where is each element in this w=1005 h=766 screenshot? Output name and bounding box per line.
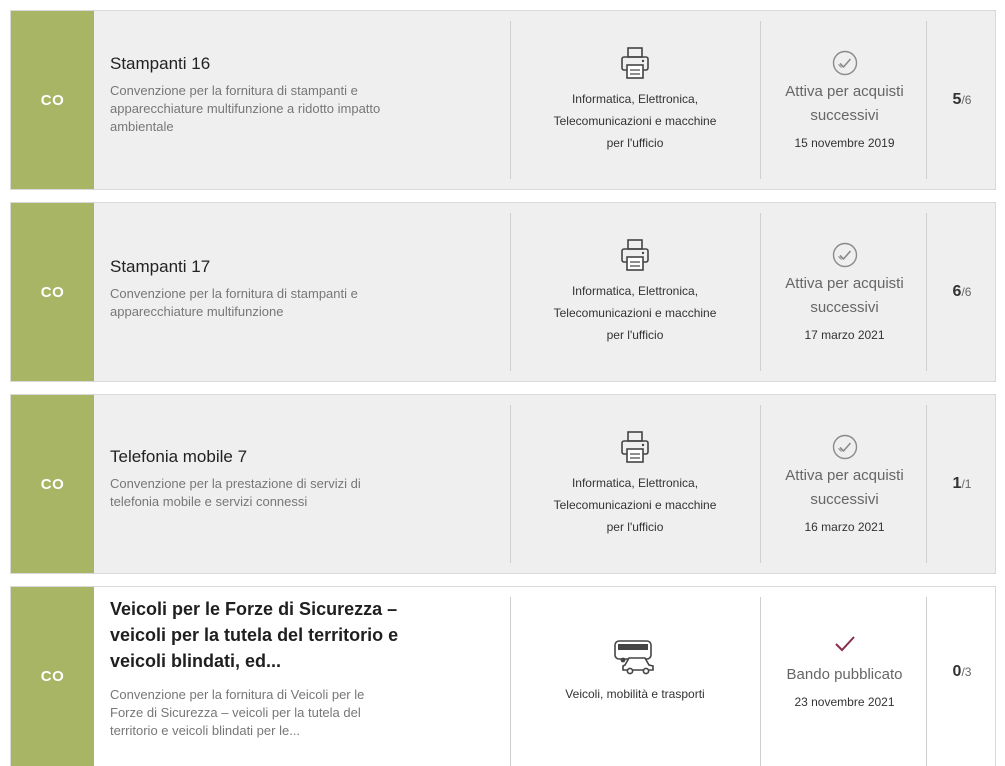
lot-count: 0/3 [952, 662, 972, 680]
item-title[interactable]: Stampanti 17 [110, 257, 510, 277]
type-tag: CO [11, 11, 94, 189]
status-date: 17 marzo 2021 [804, 328, 885, 342]
lot-count: 1/1 [952, 475, 972, 492]
printer-icon [620, 430, 650, 464]
divider [760, 21, 761, 179]
item-description: Convenzione per la prestazione di serviz… [110, 476, 361, 509]
type-tag: CO [11, 203, 94, 381]
bus-car-icon [613, 639, 657, 675]
type-tag: CO [11, 395, 94, 573]
divider [926, 21, 927, 179]
divider [760, 213, 761, 371]
circle-check-icon [832, 242, 858, 268]
status: Attiva per acquisti successivi 16 marzo … [763, 395, 926, 573]
status: Bando pubblicato 23 novembre 2021 [763, 587, 926, 756]
divider [760, 597, 761, 766]
divider [926, 597, 927, 766]
status-date: 15 novembre 2019 [794, 136, 895, 150]
item-description: Convenzione per la fornitura di stampant… [110, 286, 358, 319]
lot-count: 6/6 [952, 283, 972, 300]
circle-check-icon [832, 50, 858, 76]
category: Informatica, Elettronica, Telecomunicazi… [510, 11, 760, 189]
printer-icon [620, 46, 650, 80]
divider [926, 213, 927, 371]
circle-check-icon [832, 434, 858, 460]
list-item[interactable]: CO Stampanti 17 Convenzione per la forni… [10, 202, 996, 382]
item-title[interactable]: Veicoli per le Forze di Sicurezza – veic… [110, 596, 510, 674]
divider [926, 405, 927, 563]
item-description: Convenzione per la fornitura di Veicoli … [110, 687, 365, 738]
type-tag: CO [11, 587, 94, 766]
list-item[interactable]: CO Veicoli per le Forze di Sicurezza – v… [10, 586, 996, 766]
item-title[interactable]: Telefonia mobile 7 [110, 447, 510, 467]
category: Informatica, Elettronica, Telecomunicazi… [510, 395, 760, 573]
list-item[interactable]: CO Stampanti 16 Convenzione per la forni… [10, 10, 996, 190]
category: Veicoli, mobilità e trasporti [510, 587, 760, 756]
checkmark-icon [834, 635, 856, 653]
status: Attiva per acquisti successivi 17 marzo … [763, 203, 926, 381]
divider [760, 405, 761, 563]
status: Attiva per acquisti successivi 15 novemb… [763, 11, 926, 189]
category: Informatica, Elettronica, Telecomunicazi… [510, 203, 760, 381]
printer-icon [620, 238, 650, 272]
item-description: Convenzione per la fornitura di stampant… [110, 83, 381, 134]
status-date: 16 marzo 2021 [804, 520, 885, 534]
lot-count: 5/6 [952, 91, 972, 108]
list-item[interactable]: CO Telefonia mobile 7 Convenzione per la… [10, 394, 996, 574]
status-date: 23 novembre 2021 [794, 694, 895, 709]
item-title[interactable]: Stampanti 16 [110, 54, 510, 74]
